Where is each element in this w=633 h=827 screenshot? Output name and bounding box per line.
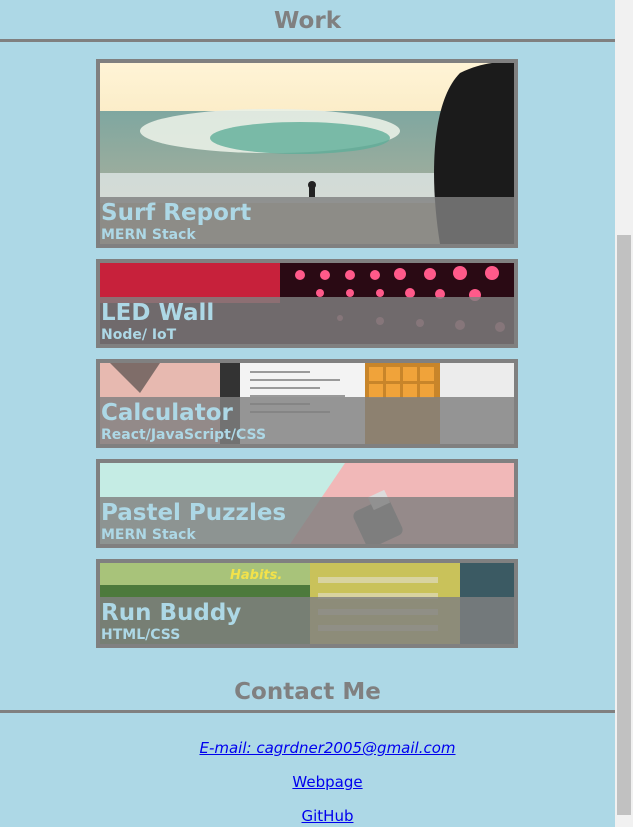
project-card-calculator[interactable]: Calculator React/JavaScript/CSS [96,359,518,448]
project-stack: HTML/CSS [101,627,181,643]
github-link[interactable]: GitHub [0,806,615,826]
project-title: Surf Report [101,200,252,226]
work-divider [0,39,615,42]
project-card-led-wall[interactable]: LED Wall Node/ IoT [96,259,518,348]
project-stack: MERN Stack [101,227,196,243]
project-stack: MERN Stack [101,527,196,543]
page: Work Surf Report MERN Stack LED Wall Nod… [0,0,615,827]
svg-text:Habits.: Habits. [230,568,282,583]
project-card-run-buddy[interactable]: Habits. Run Buddy HTML/CSS [96,559,518,648]
project-title: Pastel Puzzles [101,500,287,526]
project-title: Calculator [101,400,233,426]
scrollbar-thumb[interactable] [617,235,631,815]
project-title: LED Wall [101,300,215,326]
project-card-pastel-puzzles[interactable]: Pastel Puzzles MERN Stack [96,459,518,548]
work-heading: Work [274,8,341,34]
email-link[interactable]: E-mail: cagrdner2005@gmail.com [0,738,615,758]
project-card-surf-report[interactable]: Surf Report MERN Stack [96,59,518,248]
project-title: Run Buddy [101,600,242,626]
project-stack: Node/ IoT [101,327,177,343]
contact-divider [0,710,615,713]
contact-heading: Contact Me [234,679,381,705]
project-stack: React/JavaScript/CSS [101,427,267,443]
webpage-link[interactable]: Webpage [0,772,615,792]
